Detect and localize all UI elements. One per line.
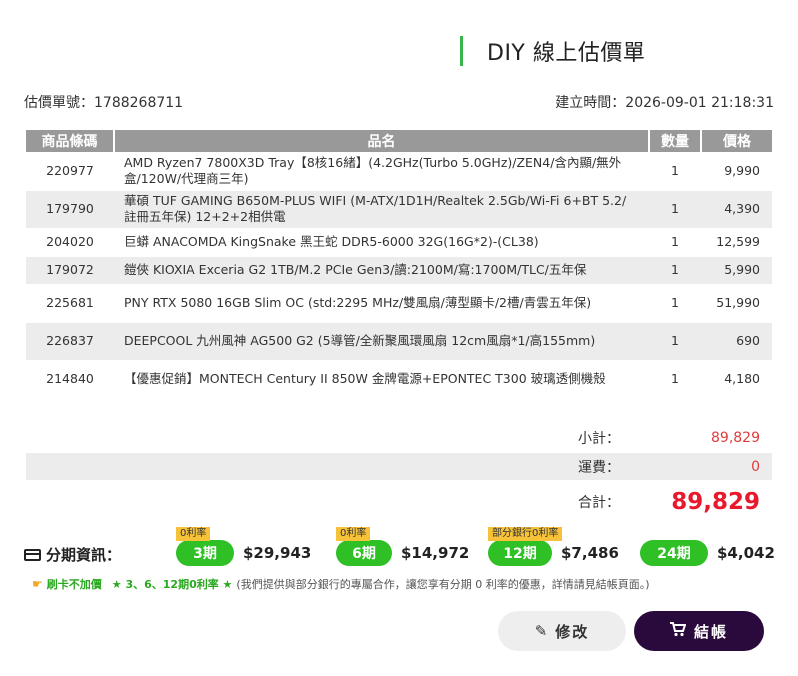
header-code: 商品條碼	[26, 130, 115, 152]
row-price: 5,990	[701, 256, 772, 285]
title-wrap: DIY 線上估價單	[460, 36, 645, 66]
plan-term: 3期	[193, 546, 217, 562]
created-time-label: 建立時間：	[555, 95, 626, 111]
installment-label-text: 分期資訊：	[46, 546, 122, 564]
plan-amount: $7,486	[561, 544, 619, 562]
row-code: 204020	[26, 228, 114, 257]
subtotal-label: 小計：	[578, 430, 620, 447]
installment-plan-24: 24期 $4,042	[640, 540, 775, 566]
shipping-label: 運費：	[578, 459, 620, 476]
installment-section: 分期資訊： 0利率 3期 $29,943 0利率 6期 $14,972 部分銀行…	[24, 527, 776, 570]
row-name: 【優惠促銷】MONTECH Century II 850W 金牌電源+EPONT…	[114, 360, 649, 399]
installment-label: 分期資訊：	[24, 544, 121, 565]
plan-term-pill: 0利率 3期	[176, 527, 234, 566]
row-name: 鎧俠 KIOXIA Exceria G2 1TB/M.2 PCIe Gen3/讀…	[114, 256, 649, 285]
table-row: 214840 【優惠促銷】MONTECH Century II 850W 金牌電…	[26, 360, 772, 399]
header-name: 品名	[114, 130, 650, 152]
edit-button-label: 修改	[555, 622, 590, 641]
row-qty: 1	[649, 256, 701, 285]
table-header: 商品條碼 品名 數量 價格	[26, 130, 772, 152]
title-accent-bar	[460, 36, 463, 66]
cart-icon	[669, 621, 687, 641]
header-price: 價格	[701, 130, 772, 152]
row-price: 690	[701, 322, 772, 361]
plan-term: 6期	[352, 546, 376, 562]
row-code: 225681	[26, 284, 114, 323]
total-value: 89,829	[671, 489, 760, 515]
plan-term: 24期	[657, 546, 691, 562]
table-row: 204020 巨蟒 ANACOMDA KingSnake 黑王蛇 DDR5-60…	[26, 228, 772, 257]
credit-card-icon	[24, 548, 41, 561]
table-row: 225681 PNY RTX 5080 16GB Slim OC (std:22…	[26, 284, 772, 323]
note-text: (我們提供與部分銀行的專屬合作，讓您享有分期 0 利率的優惠，詳情請見結帳頁面。…	[236, 578, 650, 591]
plan-amount: $29,943	[243, 544, 312, 562]
plan-tag: 部分銀行0利率	[488, 527, 563, 541]
row-qty: 1	[649, 190, 701, 229]
header-qty: 數量	[649, 130, 702, 152]
row-qty: 1	[649, 152, 701, 191]
table-row: 226837 DEEPCOOL 九州風神 AG500 G2 (5導管/全新聚風環…	[26, 322, 772, 361]
pencil-icon: ✎	[534, 622, 548, 640]
table-row: 220977 AMD Ryzen7 7800X3D Tray【8核16緒】(4.…	[26, 152, 772, 191]
plan-term-pill: 0利率 6期	[336, 527, 392, 566]
total-label: 合計：	[578, 495, 620, 511]
total-row: 合計： 89,829	[26, 484, 772, 520]
plan-amount: $14,972	[401, 544, 470, 562]
edit-button[interactable]: ✎ 修改	[498, 611, 626, 651]
quote-number: 估價單號：1788268711	[24, 92, 183, 112]
shipping-row: 運費： 0	[26, 453, 772, 480]
installment-note: ☛ 刷卡不加價 ★ 3、6、12期0利率 ★ (我們提供與部分銀行的專屬合作，讓…	[32, 576, 650, 592]
row-price: 4,180	[701, 360, 772, 399]
row-name: DEEPCOOL 九州風神 AG500 G2 (5導管/全新聚風環風扇 12cm…	[114, 322, 649, 361]
checkout-button-label: 結帳	[693, 622, 728, 641]
table-row: 179072 鎧俠 KIOXIA Exceria G2 1TB/M.2 PCIe…	[26, 256, 772, 285]
plan-tag: 0利率	[176, 527, 211, 541]
installment-plan-12: 部分銀行0利率 12期 $7,486	[488, 527, 619, 566]
row-name: 華碩 TUF GAMING B650M-PLUS WIFI (M-ATX/1D1…	[114, 190, 649, 229]
note-highlight-rates: ★ 3、6、12期0利率 ★	[111, 578, 233, 591]
subtotal-row: 小計： 89,829	[26, 424, 772, 451]
installment-plan-6: 0利率 6期 $14,972	[336, 527, 470, 566]
page-title: DIY 線上估價單	[487, 41, 646, 66]
row-name: 巨蟒 ANACOMDA KingSnake 黑王蛇 DDR5-6000 32G(…	[114, 228, 649, 257]
plan-tag: 0利率	[336, 527, 371, 541]
note-highlight: 刷卡不加價	[46, 578, 102, 591]
plan-amount: $4,042	[717, 544, 775, 562]
row-name: AMD Ryzen7 7800X3D Tray【8核16緒】(4.2GHz(Tu…	[114, 152, 649, 191]
row-code: 226837	[26, 322, 114, 361]
table-row: 179790 華碩 TUF GAMING B650M-PLUS WIFI (M-…	[26, 190, 772, 229]
row-qty: 1	[649, 322, 701, 361]
row-price: 51,990	[701, 284, 772, 323]
created-time: 建立時間：2026-09-01 21:18:31	[555, 92, 774, 112]
row-code: 179790	[26, 190, 114, 229]
subtotal-value: 89,829	[711, 429, 760, 446]
items-table: 商品條碼 品名 數量 價格 220977 AMD Ryzen7 7800X3D …	[26, 130, 772, 399]
plan-term-pill: 部分銀行0利率 12期	[488, 527, 563, 566]
row-code: 214840	[26, 360, 114, 399]
row-qty: 1	[649, 284, 701, 323]
row-qty: 1	[649, 360, 701, 399]
row-code: 220977	[26, 152, 114, 191]
plan-term: 12期	[503, 546, 537, 562]
quote-number-value: 1788268711	[94, 95, 184, 111]
row-qty: 1	[649, 228, 701, 257]
quote-number-label: 估價單號：	[24, 95, 94, 111]
shipping-value: 0	[751, 458, 760, 475]
row-price: 9,990	[701, 152, 772, 191]
row-price: 4,390	[701, 190, 772, 229]
checkout-button[interactable]: 結帳	[634, 611, 764, 651]
pointing-hand-icon: ☛	[32, 577, 43, 591]
installment-plan-3: 0利率 3期 $29,943	[176, 527, 312, 566]
row-name: PNY RTX 5080 16GB Slim OC (std:2295 MHz/…	[114, 284, 649, 323]
row-code: 179072	[26, 256, 114, 285]
row-price: 12,599	[701, 228, 772, 257]
plan-term-pill: 24期	[640, 540, 708, 566]
created-time-value: 2026-09-01 21:18:31	[625, 95, 774, 111]
